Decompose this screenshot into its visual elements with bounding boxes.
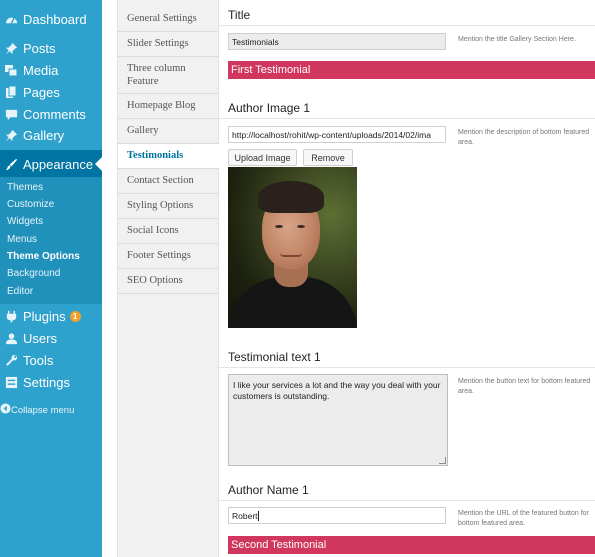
pushpin-icon	[0, 42, 22, 55]
author-name-label: Author Name 1	[228, 483, 309, 497]
menu-item-comments[interactable]: Comments	[0, 103, 102, 125]
collapse-menu-button[interactable]: Collapse menu	[0, 401, 102, 419]
menu-label-appearance: Appearance	[23, 156, 94, 172]
tab-testimonials[interactable]: Testimonials	[117, 144, 219, 169]
menu-label-comments: Comments	[23, 106, 86, 122]
author-image-preview	[228, 167, 357, 328]
submenu-customize[interactable]: Customize	[7, 199, 54, 210]
menu-label-pages: Pages	[23, 84, 60, 100]
menu-label-dashboard: Dashboard	[23, 11, 87, 27]
tab-social-icons[interactable]: Social Icons	[118, 219, 218, 244]
author-name-help: Mention the URL of the featured button f…	[458, 510, 589, 528]
tab-slider-settings[interactable]: Slider Settings	[118, 32, 218, 57]
separator	[219, 500, 595, 501]
testimonials-form: Title Testimonials Mention the title Gal…	[219, 0, 595, 557]
second-testimonial-banner: Second Testimonial	[228, 536, 595, 554]
text-caret	[257, 510, 259, 521]
submenu-widgets[interactable]: Widgets	[7, 216, 43, 227]
menu-item-gallery[interactable]: Gallery	[0, 124, 102, 146]
testimonial-text-help: Mention the button text for bottom featu…	[458, 378, 591, 396]
upload-image-button[interactable]: Upload Image	[228, 149, 297, 166]
testimonial-text-label: Testimonial text 1	[228, 350, 321, 364]
separator	[219, 25, 595, 26]
tab-homepage-blog[interactable]: Homepage Blog	[118, 94, 218, 119]
menu-item-media[interactable]: Media	[0, 59, 102, 81]
collapse-arrow-icon	[0, 403, 11, 417]
title-help-text: Mention the title Gallery Section Here.	[458, 36, 576, 43]
tab-contact-section[interactable]: Contact Section	[118, 169, 218, 194]
comment-icon	[0, 108, 22, 121]
menu-label-users: Users	[23, 330, 57, 346]
tools-icon	[0, 354, 22, 367]
dashboard-icon	[0, 13, 22, 26]
submenu-theme-options[interactable]: Theme Options	[7, 251, 80, 262]
tab-styling-options[interactable]: Styling Options	[118, 194, 218, 219]
author-name-input[interactable]: Robert	[228, 507, 446, 524]
menu-item-pages[interactable]: Pages	[0, 81, 102, 103]
menu-label-media: Media	[23, 62, 59, 78]
tab-gallery[interactable]: Gallery	[118, 119, 218, 144]
testimonial-text-area[interactable]: I like your services a lot and the way y…	[228, 374, 448, 466]
users-icon	[0, 332, 22, 345]
paintbrush-icon	[0, 158, 22, 171]
tab-footer-settings[interactable]: Footer Settings	[118, 244, 218, 269]
settings-icon	[0, 376, 22, 389]
submenu-menus[interactable]: Menus	[7, 234, 37, 245]
submenu-themes[interactable]: Themes	[7, 182, 43, 193]
submenu-editor[interactable]: Editor	[7, 286, 33, 297]
menu-label-tools: Tools	[23, 352, 54, 368]
menu-item-tools[interactable]: Tools	[0, 349, 102, 371]
menu-item-dashboard[interactable]: Dashboard	[0, 8, 102, 30]
tab-three-column-feature[interactable]: Three column Feature	[118, 57, 218, 94]
author-image-help-text: Mention the description of bottom featur…	[458, 129, 590, 147]
menu-item-settings[interactable]: Settings	[0, 371, 102, 393]
plugin-icon	[0, 310, 22, 323]
author-image-url-input[interactable]: http://localhost/rohit/wp-content/upload…	[228, 126, 446, 143]
title-input[interactable]: Testimonials	[228, 33, 446, 50]
menu-label-settings: Settings	[23, 374, 70, 390]
author-image-label: Author Image 1	[228, 101, 311, 115]
remove-image-button[interactable]: Remove	[303, 149, 353, 166]
author-name-value: Robert	[232, 510, 258, 521]
media-icon	[0, 64, 22, 77]
menu-item-appearance[interactable]: Appearance	[0, 150, 102, 178]
separator	[219, 367, 595, 368]
theme-options-tabs: General Settings Slider Settings Three c…	[117, 0, 219, 557]
menu-item-plugins[interactable]: Plugins 1	[0, 305, 102, 327]
first-testimonial-banner: First Testimonial	[228, 61, 595, 79]
menu-item-users[interactable]: Users	[0, 327, 102, 349]
submenu-background[interactable]: Background	[7, 268, 60, 279]
menu-label-gallery: Gallery	[23, 127, 65, 143]
pushpin-icon	[0, 129, 22, 142]
tab-seo-options[interactable]: SEO Options	[118, 269, 218, 294]
menu-label-posts: Posts	[23, 40, 56, 56]
collapse-menu-label: Collapse menu	[11, 404, 75, 416]
menu-label-plugins: Plugins	[23, 308, 66, 324]
appearance-submenu: Themes Customize Widgets Menus Theme Opt…	[0, 177, 102, 304]
plugins-update-badge: 1	[69, 310, 81, 322]
title-label: Title	[228, 8, 251, 22]
menu-item-posts[interactable]: Posts	[0, 37, 102, 59]
testimonial-text-value: I like your services a lot and the way y…	[233, 380, 441, 402]
resize-grip-icon[interactable]	[439, 457, 446, 464]
separator	[219, 118, 595, 119]
tab-general-settings[interactable]: General Settings	[118, 6, 218, 32]
pages-icon	[0, 85, 22, 99]
admin-sidebar: Dashboard Posts Media Pages Comments Gal…	[0, 0, 102, 557]
